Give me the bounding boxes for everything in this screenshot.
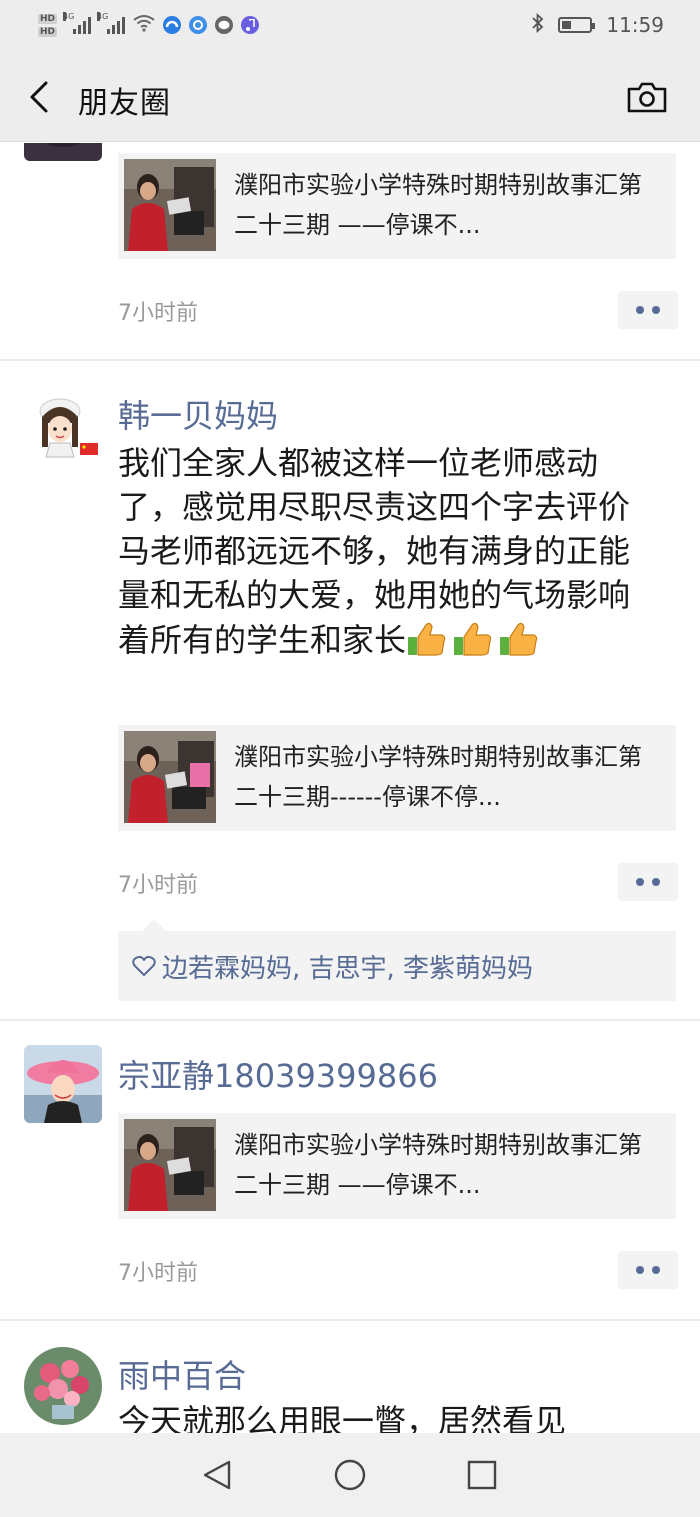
link-title: 濮阳市实验小学特殊时期特别故事汇第二十三期 ——停课不... xyxy=(234,1131,642,1199)
post-text: 我们全家人都被这样一位老师感动了，感觉用尽职尽责这四个字去评价马老师都远远不够，… xyxy=(118,444,631,659)
hd-label-2: HD xyxy=(38,26,58,37)
post-time: 7小时前 xyxy=(118,301,198,326)
post-more-button[interactable] xyxy=(618,1251,678,1289)
likes-names[interactable]: 边若霖妈妈, 吉思宇, 李紫萌妈妈 xyxy=(162,948,533,985)
avatar[interactable] xyxy=(24,391,102,469)
likes-section: 边若霖妈妈, 吉思宇, 李紫萌妈妈 xyxy=(118,919,676,1001)
post-author[interactable]: 雨中百合 xyxy=(118,1351,246,1397)
thumbs-up-icon xyxy=(500,622,538,656)
post-text: 今天就那么用眼一瞥，居然看见 xyxy=(118,1402,567,1433)
post-content: 我们全家人都被这样一位老师感动了，感觉用尽职尽责这四个字去评价马老师都远远不够，… xyxy=(118,441,658,662)
network-type-2: 4G xyxy=(97,12,109,21)
more-dot-icon xyxy=(652,306,660,314)
thumbs-up-icon xyxy=(408,622,446,656)
shared-link-card[interactable]: 濮阳市实验小学特殊时期特别故事汇第二十三期 ——停课不... xyxy=(118,153,676,259)
shared-link-card[interactable]: 濮阳市实验小学特殊时期特别故事汇第二十三期------停课不停... xyxy=(118,725,676,831)
signal-icon-2: 4G xyxy=(97,12,126,34)
post-more-button[interactable] xyxy=(618,291,678,329)
page-title: 朋友圈 xyxy=(78,86,171,121)
hd-label-1: HD xyxy=(38,13,58,24)
post-divider xyxy=(0,1019,700,1021)
signal-icon-1: 4G xyxy=(63,12,92,34)
post-author[interactable]: 韩一贝妈妈 xyxy=(118,391,278,437)
more-dot-icon xyxy=(636,306,644,314)
moments-feed[interactable]: 濮阳市实验小学特殊时期特别故事汇第二十三期 ——停课不... 7小时前 韩一贝妈… xyxy=(0,143,700,1433)
camera-icon[interactable] xyxy=(626,80,668,114)
battery-icon xyxy=(558,17,596,33)
more-dot-icon xyxy=(636,878,644,886)
post-divider xyxy=(0,359,700,361)
thumbs-up-icon xyxy=(454,622,492,656)
nav-bar: 朋友圈 xyxy=(0,50,700,142)
recents-square-icon[interactable] xyxy=(465,1458,499,1492)
link-thumbnail xyxy=(124,159,216,251)
system-navigation-bar xyxy=(0,1433,700,1517)
back-arrow-icon[interactable] xyxy=(26,80,52,114)
status-bar: HD HD 4G 4G 11:59 xyxy=(0,0,700,50)
link-thumbnail xyxy=(124,731,216,823)
status-time: 11:59 xyxy=(606,13,664,37)
likes-caret xyxy=(142,919,166,931)
more-dot-icon xyxy=(652,878,660,886)
avatar[interactable] xyxy=(24,1045,102,1123)
browser-notification-icon xyxy=(189,16,208,34)
post-time: 7小时前 xyxy=(118,873,198,898)
link-thumbnail xyxy=(124,1119,216,1211)
network-type-1: 4G xyxy=(63,12,75,21)
shared-link-card[interactable]: 濮阳市实验小学特殊时期特别故事汇第二十三期 ——停课不... xyxy=(118,1113,676,1219)
avatar[interactable] xyxy=(24,1347,102,1425)
more-dot-icon xyxy=(652,1266,660,1274)
hd-indicator: HD HD xyxy=(38,13,58,37)
wifi-icon xyxy=(133,14,155,37)
link-title: 濮阳市实验小学特殊时期特别故事汇第二十三期 ——停课不... xyxy=(234,171,642,239)
avatar[interactable] xyxy=(24,143,102,161)
message-notification-icon xyxy=(215,16,234,34)
post-time: 7小时前 xyxy=(118,1261,198,1286)
music-notification-icon xyxy=(241,16,260,34)
link-title: 濮阳市实验小学特殊时期特别故事汇第二十三期------停课不停... xyxy=(234,743,642,811)
post-author[interactable]: 宗亚静18039399866 xyxy=(118,1051,438,1097)
more-dot-icon xyxy=(636,1266,644,1274)
home-circle-icon[interactable] xyxy=(333,1458,367,1492)
battery-level xyxy=(562,21,572,29)
post-more-button[interactable] xyxy=(618,863,678,901)
app-notification-icon-1 xyxy=(163,16,182,34)
heart-icon xyxy=(132,955,156,976)
post-divider xyxy=(0,1319,700,1321)
back-triangle-icon[interactable] xyxy=(201,1458,235,1492)
bluetooth-icon xyxy=(532,12,544,38)
